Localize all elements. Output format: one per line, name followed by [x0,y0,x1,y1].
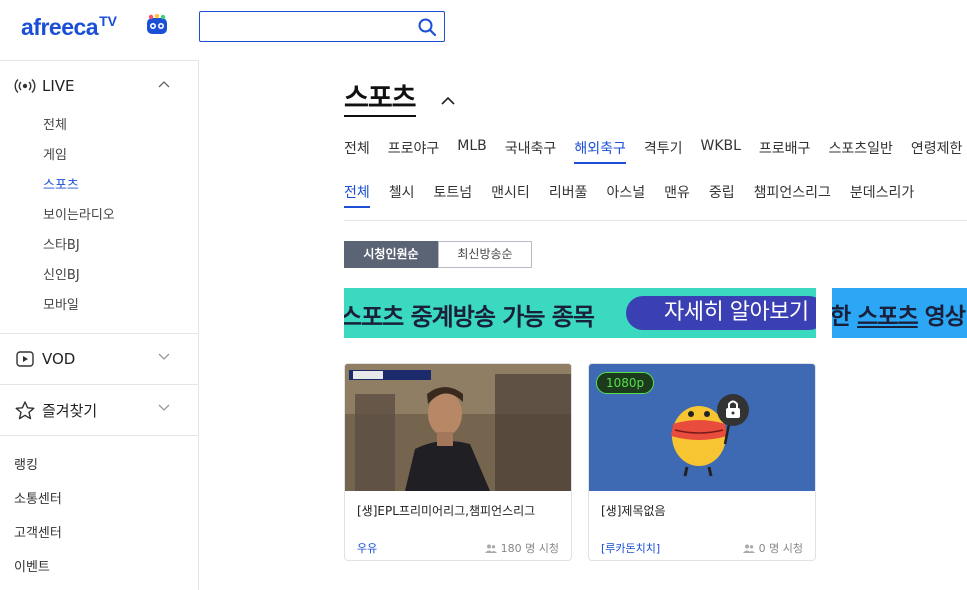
tab-sports-general[interactable]: 스포츠일반 [828,138,892,164]
sidebar-item-new-bj[interactable]: 신인BJ [0,261,198,291]
chevron-down-icon[interactable] [158,353,170,361]
viewer-count-text: 180 명 시청 [500,542,559,555]
sidebar-favorites-header[interactable]: 즐겨찾기 [0,385,198,435]
referee-image [345,364,571,491]
chevron-down-icon[interactable] [158,404,170,412]
subtab-tottenham[interactable]: 토트넘 [434,182,473,208]
sports-broadcast-banner[interactable]: 스포츠 중계방송 가능 종목 자세히 알아보기 [344,288,816,338]
subtab-liverpool[interactable]: 리버풀 [549,182,588,208]
chevron-up-icon[interactable] [441,96,455,105]
tab-wkbl[interactable]: WKBL [700,138,740,164]
banner-text-suffix: 영상 [917,304,966,330]
broadcast-thumbnail[interactable] [345,364,571,491]
banner-text: 스포츠 중계방송 가능 종목 [344,303,595,331]
category-tabs: 전체 프로야구 MLB 국내축구 해외축구 격투기 WKBL 프로배구 스포츠일… [344,138,967,164]
sidebar: LIVE 전체 게임 스포츠 보이는라디오 스타BJ 신인BJ 모바일 VOD … [0,60,199,590]
banner-text-underlined: 스포츠 [857,304,918,330]
locked-mascot-icon [671,394,749,477]
broadcaster-name[interactable]: [루카돈치치] [601,540,660,556]
broadcast-thumbnail[interactable]: 1080p [589,364,815,491]
tab-mlb[interactable]: MLB [457,138,486,164]
viewers-icon [484,544,497,553]
tab-domestic-soccer[interactable]: 국내축구 [505,138,557,164]
logo-tv-icon [147,14,167,34]
broadcast-title[interactable]: [생]EPL프리미어리그,챔피언스리그 [357,502,535,519]
sidebar-item-game[interactable]: 게임 [0,141,198,171]
subtab-champions-league[interactable]: 챔피언스리그 [754,182,831,208]
main-content: 스포츠 전체 프로야구 MLB 국내축구 해외축구 격투기 WKBL 프로배구 … [200,60,967,590]
sidebar-item-ranking[interactable]: 랭킹 [0,449,198,483]
search-icon[interactable] [417,17,437,37]
subtab-neutral[interactable]: 중립 [709,182,735,208]
afreecatv-logo[interactable]: afreeca TV [21,12,167,42]
tab-volleyball[interactable]: 프로배구 [759,138,811,164]
viewer-count: 180 명 시청 [484,540,559,556]
subtab-bundesliga[interactable]: 분데스리가 [850,182,914,208]
banner-text-prefix: 한 [832,304,858,330]
viewers-icon [742,544,755,553]
broadcast-title[interactable]: [생]제목없음 [601,502,666,519]
category-title[interactable]: 스포츠 [344,82,417,117]
viewer-count: 0 명 시청 [742,540,803,556]
sidebar-item-support[interactable]: 고객센터 [0,517,198,551]
sort-toggle: 시청인원순 최신방송순 [344,241,532,268]
team-subtabs: 전체 첼시 토트넘 맨시티 리버풀 아스널 맨유 중립 챔피언스리그 분데스리가 [344,182,933,208]
sort-by-viewers-button[interactable]: 시청인원순 [344,241,438,268]
search-input[interactable] [199,11,445,42]
sort-by-latest-button[interactable]: 최신방송순 [438,241,532,268]
banner-text: 한 스포츠 영상 [832,297,966,331]
tab-age-restricted[interactable]: 연령제한 [911,138,963,164]
tab-overseas-soccer[interactable]: 해외축구 [574,138,626,164]
tab-martial-arts[interactable]: 격투기 [644,138,683,164]
sidebar-item-radio[interactable]: 보이는라디오 [0,201,198,231]
broadcast-card[interactable]: [생]EPL프리미어리그,챔피언스리그 우유 180 명 시청 [344,363,572,561]
sidebar-item-community[interactable]: 소통센터 [0,483,198,517]
star-icon [14,399,36,421]
sidebar-live-label: LIVE [42,77,75,95]
sidebar-live-header[interactable]: LIVE [0,61,198,111]
divider [344,220,967,221]
viewer-count-text: 0 명 시청 [758,542,803,555]
sidebar-item-star-bj[interactable]: 스타BJ [0,231,198,261]
tab-all[interactable]: 전체 [344,138,370,164]
broadcaster-name[interactable]: 우유 [357,540,377,556]
play-icon [14,348,36,370]
broadcast-icon [14,75,36,97]
subtab-arsenal[interactable]: 아스널 [606,182,645,208]
logo-text: afreeca [21,13,99,40]
broadcast-card[interactable]: 1080p [생]제목없음 [루카돈치치] 0 명 시청 [588,363,816,561]
score-overlay-team [353,371,383,379]
learn-more-button[interactable]: 자세히 알아보기 [626,296,816,330]
chevron-up-icon[interactable] [158,80,170,88]
sidebar-item-all[interactable]: 전체 [0,111,198,141]
sidebar-item-event[interactable]: 이벤트 [0,551,198,585]
sidebar-vod-label: VOD [42,350,76,368]
live-section: LIVE 전체 게임 스포츠 보이는라디오 스타BJ 신인BJ 모바일 [0,61,198,333]
tab-baseball[interactable]: 프로야구 [388,138,440,164]
sidebar-vod-header[interactable]: VOD [0,334,198,384]
subtab-all[interactable]: 전체 [344,182,370,208]
sidebar-favorites-label: 즐겨찾기 [42,401,98,420]
sidebar-item-mobile[interactable]: 모바일 [0,291,198,321]
subtab-mancity[interactable]: 맨시티 [491,182,530,208]
logo-tv-text: TV [99,13,117,29]
sidebar-item-sports[interactable]: 스포츠 [0,171,198,201]
sports-video-banner[interactable]: 한 스포츠 영상 [832,288,967,338]
top-header: afreeca TV [0,0,967,60]
subtab-manutd[interactable]: 맨유 [664,182,690,208]
subtab-chelsea[interactable]: 첼시 [389,182,415,208]
